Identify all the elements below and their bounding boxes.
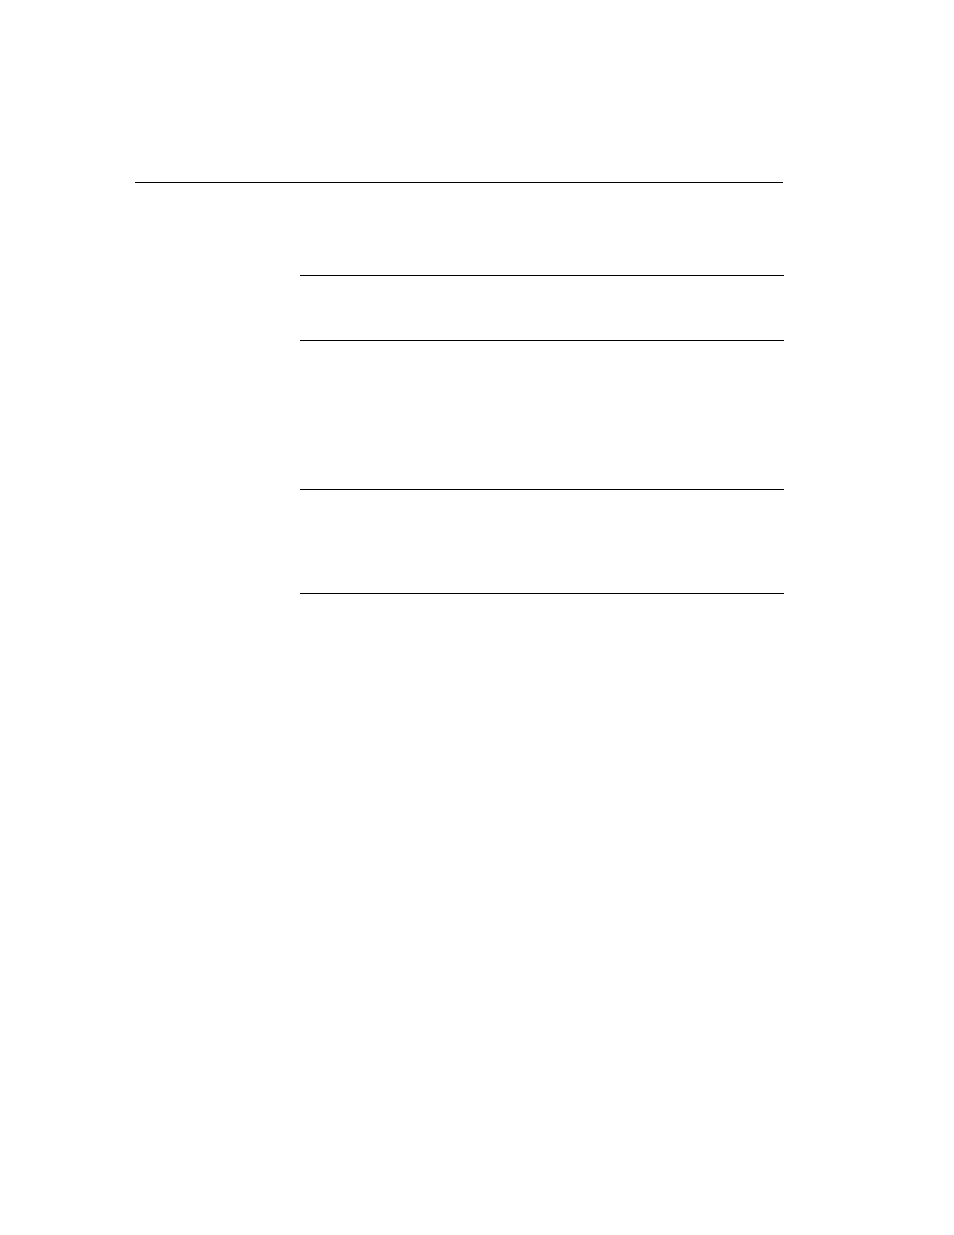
document-page [0, 0, 954, 1235]
horizontal-rule [300, 275, 784, 276]
horizontal-rule [300, 489, 784, 490]
horizontal-rule [300, 340, 784, 341]
horizontal-rule [300, 593, 784, 594]
horizontal-rule [135, 182, 783, 183]
